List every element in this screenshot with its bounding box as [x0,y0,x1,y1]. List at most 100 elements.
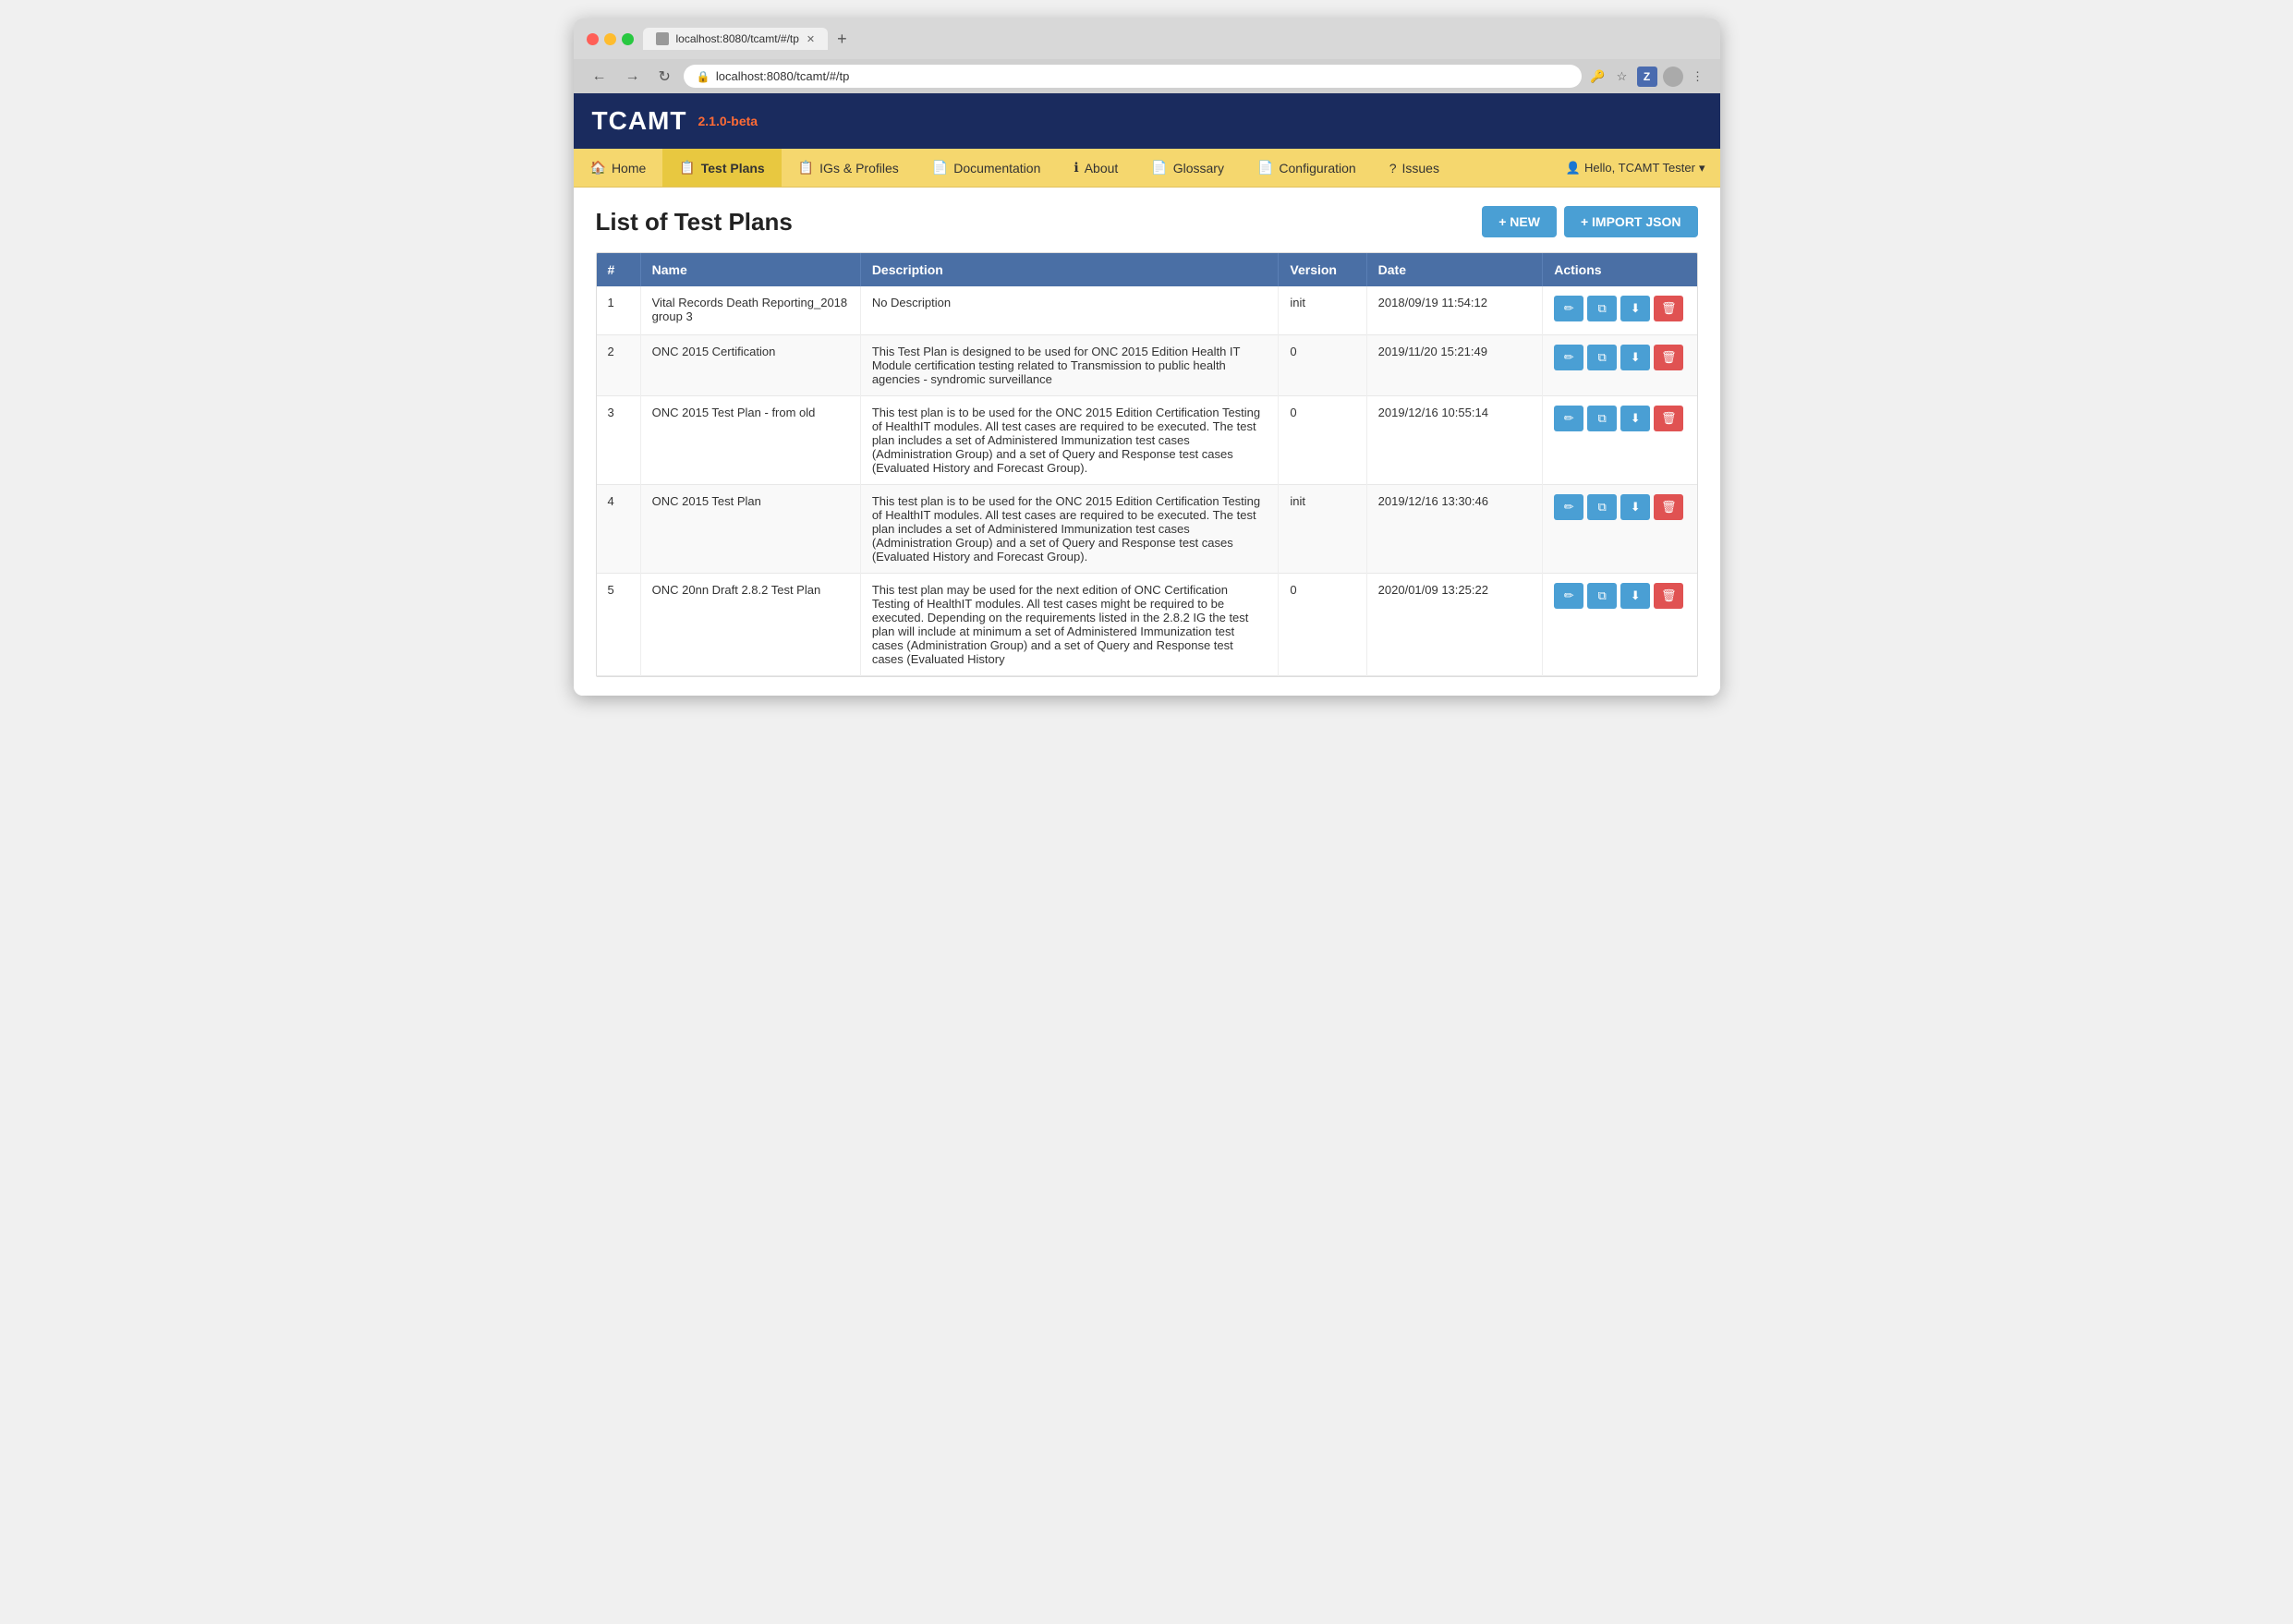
cell-date-3: 2019/12/16 13:30:46 [1366,485,1543,574]
cell-description-0: No Description [860,286,1279,335]
profile-icon[interactable] [1663,67,1683,87]
test-plans-table: # Name Description Version Date Actions … [597,253,1697,676]
refresh-button[interactable]: ↻ [653,66,676,88]
action-row-top-4: ✏ ⧉ ⬇ [1554,583,1650,609]
config-icon: 📄 [1257,160,1273,176]
maximize-dot[interactable] [622,33,634,45]
igs-icon: 📋 [798,160,814,176]
nav-home[interactable]: 🏠 Home [574,149,663,187]
test-plans-table-container: # Name Description Version Date Actions … [596,252,1698,677]
download-button-3[interactable]: ⬇ [1620,494,1650,520]
cell-num-2: 3 [597,396,641,485]
download-button-4[interactable]: ⬇ [1620,583,1650,609]
copy-button-0[interactable]: ⧉ [1587,296,1617,321]
action-row-top-3: ✏ ⧉ ⬇ [1554,494,1650,520]
table-body: 1 Vital Records Death Reporting_2018 gro… [597,286,1697,676]
cell-description-3: This test plan is to be used for the ONC… [860,485,1279,574]
copy-button-4[interactable]: ⧉ [1587,583,1617,609]
cell-actions-3: ✏ ⧉ ⬇ 🗑 [1543,485,1697,574]
extensions-icon[interactable]: Z [1637,67,1657,87]
table-row: 1 Vital Records Death Reporting_2018 gro… [597,286,1697,335]
nav-igs-profiles[interactable]: 📋 IGs & Profiles [782,149,916,187]
copy-button-3[interactable]: ⧉ [1587,494,1617,520]
nav-configuration[interactable]: 📄 Configuration [1241,149,1373,187]
nav-docs-label: Documentation [953,161,1040,176]
download-button-2[interactable]: ⬇ [1620,406,1650,431]
issues-icon: ? [1389,161,1397,176]
table-header: # Name Description Version Date Actions [597,253,1697,286]
tab-title: localhost:8080/tcamt/#/tp [676,32,799,45]
active-tab[interactable]: localhost:8080/tcamt/#/tp ✕ [643,28,829,50]
delete-button-3[interactable]: 🗑 [1654,494,1683,520]
nav-documentation[interactable]: 📄 Documentation [916,149,1058,187]
col-header-description: Description [860,253,1279,286]
edit-button-2[interactable]: ✏ [1554,406,1583,431]
action-row-bottom-2: 🗑 [1654,406,1683,431]
cell-description-1: This Test Plan is designed to be used fo… [860,335,1279,396]
edit-button-1[interactable]: ✏ [1554,345,1583,370]
minimize-dot[interactable] [604,33,616,45]
about-icon: ℹ [1074,160,1078,176]
tab-favicon [656,32,669,45]
app-nav: 🏠 Home 📋 Test Plans 📋 IGs & Profiles 📄 D… [574,149,1720,188]
edit-button-4[interactable]: ✏ [1554,583,1583,609]
edit-button-0[interactable]: ✏ [1554,296,1583,321]
col-header-date: Date [1366,253,1543,286]
user-chevron-icon: ▾ [1699,161,1705,176]
action-buttons-0: ✏ ⧉ ⬇ 🗑 [1554,296,1685,325]
browser-toolbar: 🔑 ☆ Z ⋮ [1589,67,1707,87]
back-button[interactable]: ← [587,67,613,87]
user-icon: 👤 [1566,161,1581,176]
cell-num-3: 4 [597,485,641,574]
new-button[interactable]: + NEW [1482,206,1557,237]
nav-glossary-label: Glossary [1173,161,1224,176]
nav-about[interactable]: ℹ About [1057,149,1134,187]
col-header-version: Version [1279,253,1366,286]
nav-issues[interactable]: ? Issues [1373,150,1456,187]
secure-icon: 🔒 [697,70,710,83]
bookmark-icon[interactable]: ☆ [1613,67,1632,86]
cell-actions-1: ✏ ⧉ ⬇ 🗑 [1543,335,1697,396]
import-json-button[interactable]: + IMPORT JSON [1564,206,1698,237]
table-row: 4 ONC 2015 Test Plan This test plan is t… [597,485,1697,574]
col-header-num: # [597,253,641,286]
user-menu[interactable]: 👤 Hello, TCAMT Tester ▾ [1551,153,1720,183]
header-actions: + NEW + IMPORT JSON [1482,206,1697,237]
key-icon[interactable]: 🔑 [1589,67,1608,86]
page-title: List of Test Plans [596,208,793,236]
page-header: List of Test Plans + NEW + IMPORT JSON [596,206,1698,237]
edit-button-3[interactable]: ✏ [1554,494,1583,520]
nav-test-plans[interactable]: 📋 Test Plans [662,149,781,187]
cell-num-4: 5 [597,574,641,676]
nav-issues-label: Issues [1401,161,1438,176]
address-box[interactable]: 🔒 localhost:8080/tcamt/#/tp [684,65,1582,88]
download-button-1[interactable]: ⬇ [1620,345,1650,370]
app-container: TCAMT 2.1.0-beta 🏠 Home 📋 Test Plans 📋 I… [574,93,1720,696]
testplans-icon: 📋 [679,160,695,176]
browser-titlebar: localhost:8080/tcamt/#/tp ✕ + [574,18,1720,59]
table-row: 2 ONC 2015 Certification This Test Plan … [597,335,1697,396]
cell-name-4: ONC 20nn Draft 2.8.2 Test Plan [640,574,860,676]
action-buttons-2: ✏ ⧉ ⬇ 🗑 [1554,406,1685,435]
delete-button-0[interactable]: 🗑 [1654,296,1683,321]
copy-button-1[interactable]: ⧉ [1587,345,1617,370]
new-tab-button[interactable]: + [831,30,853,49]
delete-button-4[interactable]: 🗑 [1654,583,1683,609]
close-dot[interactable] [587,33,599,45]
content-area: List of Test Plans + NEW + IMPORT JSON #… [574,188,1720,696]
forward-button[interactable]: → [620,67,646,87]
tab-close-button[interactable]: ✕ [807,33,815,45]
delete-button-1[interactable]: 🗑 [1654,345,1683,370]
menu-icon[interactable]: ⋮ [1689,67,1707,86]
cell-version-0: init [1279,286,1366,335]
download-button-0[interactable]: ⬇ [1620,296,1650,321]
action-buttons-1: ✏ ⧉ ⬇ 🗑 [1554,345,1685,374]
tab-bar: localhost:8080/tcamt/#/tp ✕ + [643,28,1707,50]
address-bar: ← → ↻ 🔒 localhost:8080/tcamt/#/tp 🔑 ☆ Z … [574,59,1720,93]
nav-glossary[interactable]: 📄 Glossary [1134,149,1241,187]
copy-button-2[interactable]: ⧉ [1587,406,1617,431]
delete-button-2[interactable]: 🗑 [1654,406,1683,431]
window-controls [587,33,634,45]
cell-date-4: 2020/01/09 13:25:22 [1366,574,1543,676]
table-row: 5 ONC 20nn Draft 2.8.2 Test Plan This te… [597,574,1697,676]
